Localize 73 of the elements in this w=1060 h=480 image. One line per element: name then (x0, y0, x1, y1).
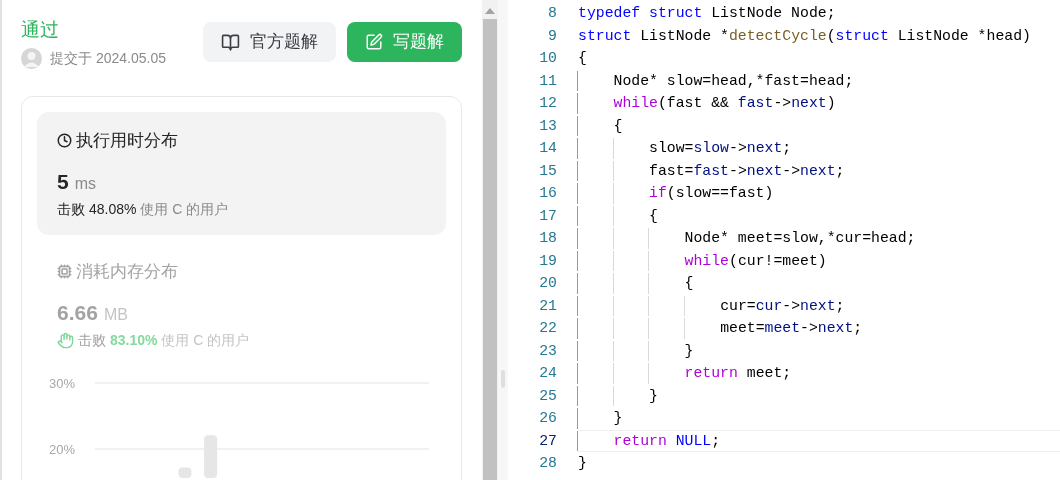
line-number: 19 (538, 251, 557, 271)
code-line: while(cur!=meet) (578, 250, 827, 271)
code-line: } (578, 454, 587, 473)
code-line: } (578, 385, 658, 406)
code-line: struct ListNode *detectCycle(struct ListNode *head) (578, 26, 1031, 46)
code-line: } (578, 408, 623, 429)
line-number: 25 (538, 386, 557, 406)
chip-icon (57, 264, 72, 280)
line-number: 28 (538, 454, 557, 474)
beat-label: 击败 (57, 200, 85, 219)
code-line: { (578, 205, 658, 226)
stat-title: 消耗内存分布 (76, 261, 178, 283)
code-line: { (578, 49, 587, 68)
gridline-with-label: 20% (49, 442, 430, 457)
gridline-with-label: 30% (49, 376, 430, 391)
beat-suffix: 使用 C 的用户 (140, 200, 229, 219)
book-icon (221, 32, 240, 52)
code-line: meet=meet->next; (578, 318, 863, 339)
beat-label: 击败 (78, 331, 106, 350)
bar (178, 467, 192, 479)
code-line: Node* meet=slow,*cur=head; (578, 228, 916, 249)
line-number: 8 (547, 4, 557, 24)
y-tick-label: 30% (49, 376, 76, 391)
line-number: 18 (538, 229, 557, 249)
hand-icon (57, 332, 74, 349)
code-line: Node* slow=head,*fast=head; (578, 70, 854, 91)
line-number: 20 (538, 274, 557, 294)
line-number: 17 (538, 206, 557, 226)
stat-unit: MB (103, 304, 128, 325)
code-line: } (578, 340, 694, 361)
line-number: 10 (538, 49, 557, 69)
official-solution-button[interactable]: 官方题解 (203, 22, 336, 62)
code-line: typedef struct ListNode Node; (578, 4, 836, 23)
scrollbar-thumb[interactable] (483, 19, 497, 480)
code-line: while(fast && fast->next) (578, 93, 836, 114)
stat-panel[interactable]: 执行用时分布 5 ms 击败 48.08% 使用 C 的用户 (37, 112, 446, 235)
submitted-date: 提交于 2024.05.05 (50, 49, 166, 68)
beat-suffix: 使用 C 的用户 (161, 331, 250, 350)
code-line: { (578, 115, 623, 136)
line-number: 22 (538, 319, 557, 339)
line-number: 15 (538, 161, 557, 181)
code-line: fast=fast->next->next; (578, 160, 845, 181)
line-number: 27 (538, 431, 557, 451)
stat-unit: ms (74, 173, 96, 194)
bar (204, 435, 218, 479)
stat-title: 执行用时分布 (76, 130, 178, 152)
line-number: 21 (538, 296, 557, 316)
beat-percent: 83.10% (110, 331, 158, 350)
line-number: 23 (538, 341, 557, 361)
scrollbar[interactable] (482, 0, 498, 480)
code-line: cur=cur->next; (578, 295, 845, 316)
pen-square-icon (365, 33, 383, 51)
avatar-icon (21, 48, 42, 69)
line-number: 24 (538, 364, 557, 384)
beat-percent: 48.08% (89, 200, 137, 219)
code-line: slow=slow->next; (578, 138, 792, 159)
scroll-up-arrow-icon[interactable] (485, 8, 495, 14)
code-line: if(slow==fast) (578, 183, 774, 204)
line-number: 11 (538, 71, 557, 91)
line-number: 26 (538, 409, 557, 429)
stat-value: 5 (57, 168, 69, 195)
line-number: 12 (538, 94, 557, 114)
y-tick-label: 20% (49, 442, 76, 457)
code-line: { (578, 273, 694, 294)
stat-value: 6.66 (57, 299, 98, 326)
code-line: return NULL; (578, 430, 721, 451)
code-line: return meet; (578, 363, 792, 384)
line-number: 9 (547, 26, 557, 46)
line-number: 14 (538, 139, 557, 159)
line-number: 16 (538, 184, 557, 204)
status-title: 通过 (21, 18, 60, 42)
clock-icon (57, 133, 72, 149)
line-number: 13 (538, 116, 557, 136)
